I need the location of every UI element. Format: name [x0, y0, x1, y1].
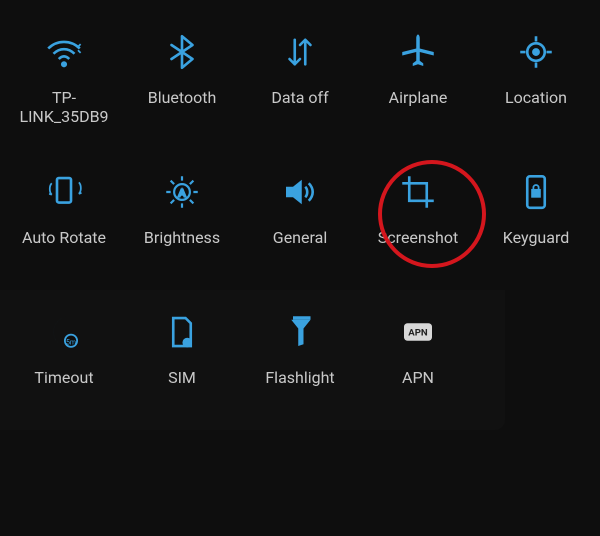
data-label: Data off	[271, 88, 328, 107]
bluetooth-icon	[158, 28, 206, 76]
sound-label: General	[273, 228, 327, 247]
quick-settings-grid: TP- LINK_35DB9 Bluetooth Data off	[0, 0, 600, 440]
auto-rotate-icon	[40, 168, 88, 216]
bluetooth-tile[interactable]: Bluetooth	[123, 10, 241, 150]
auto-rotate-label: Auto Rotate	[22, 228, 106, 247]
quick-settings-panel: TP- LINK_35DB9 Bluetooth Data off	[0, 0, 600, 536]
location-label: Location	[505, 88, 567, 107]
sim-card-icon: !	[158, 308, 206, 356]
location-icon	[512, 28, 560, 76]
apn-badge-icon: APN	[394, 308, 442, 356]
keyguard-label: Keyguard	[503, 228, 570, 247]
brightness-icon: A	[158, 168, 206, 216]
apn-label: APN	[402, 368, 434, 387]
timeout-moon-icon: 5m	[40, 308, 88, 356]
screenshot-label: Screenshot	[378, 228, 458, 247]
timeout-tile[interactable]: 5m Timeout	[5, 290, 123, 430]
screenshot-tile[interactable]: Screenshot	[359, 150, 477, 290]
location-tile[interactable]: Location	[477, 10, 595, 150]
data-tile[interactable]: Data off	[241, 10, 359, 150]
wifi-tile[interactable]: TP- LINK_35DB9	[5, 10, 123, 150]
brightness-label: Brightness	[144, 228, 220, 247]
wifi-label: TP- LINK_35DB9	[19, 88, 108, 126]
flashlight-icon	[276, 308, 324, 356]
data-transfer-icon	[276, 28, 324, 76]
svg-text:5m: 5m	[66, 338, 76, 346]
screenshot-crop-icon	[394, 168, 442, 216]
svg-text:APN: APN	[408, 328, 428, 339]
wifi-icon	[40, 28, 88, 76]
svg-text:A: A	[178, 187, 185, 199]
keyguard-tile[interactable]: Keyguard	[477, 150, 595, 290]
speaker-icon	[276, 168, 324, 216]
airplane-tile[interactable]: Airplane	[359, 10, 477, 150]
bluetooth-label: Bluetooth	[148, 88, 217, 107]
auto-rotate-tile[interactable]: Auto Rotate	[5, 150, 123, 290]
sound-tile[interactable]: General	[241, 150, 359, 290]
keyguard-lock-phone-icon	[512, 168, 560, 216]
sim-label: SIM	[168, 368, 196, 387]
sim-tile[interactable]: ! SIM	[123, 290, 241, 430]
flashlight-tile[interactable]: Flashlight	[241, 290, 359, 430]
airplane-icon	[394, 28, 442, 76]
brightness-tile[interactable]: A Brightness	[123, 150, 241, 290]
airplane-label: Airplane	[389, 88, 448, 107]
flashlight-label: Flashlight	[265, 368, 334, 387]
apn-tile[interactable]: APN APN	[359, 290, 477, 430]
timeout-label: Timeout	[34, 368, 93, 387]
